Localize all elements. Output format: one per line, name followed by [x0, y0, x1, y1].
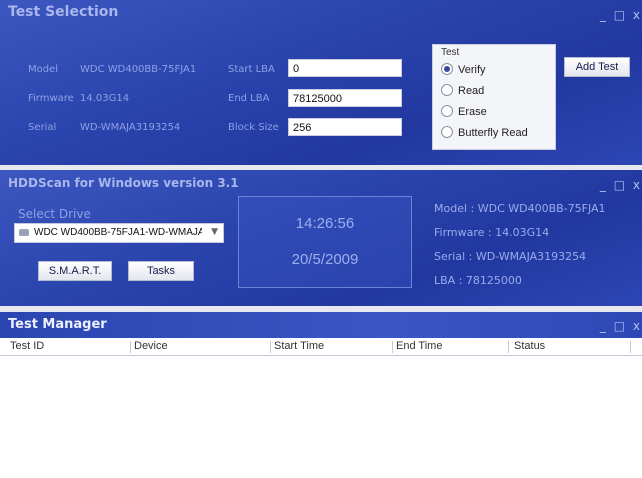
smart-button[interactable]: S.M.A.R.T. [38, 261, 112, 281]
radio-erase-indicator[interactable] [441, 105, 453, 117]
start-lba-label: Start LBA [228, 64, 275, 75]
model-value: WDC WD400BB-75FJA1 [80, 64, 197, 75]
start-lba-field[interactable]: 0 [288, 59, 402, 77]
column-separator[interactable] [392, 341, 393, 353]
clock-time: 14:26:56 [295, 215, 355, 232]
chevron-down-icon[interactable]: ▼ [211, 227, 218, 237]
hddscan-panel: HDDScan for Windows version 3.1 _ □ x Se… [0, 170, 642, 306]
column-header-end-time[interactable]: End Time [396, 340, 442, 352]
radio-read-label: Read [458, 85, 485, 97]
test-manager-window-controls[interactable]: _ □ x [600, 319, 642, 333]
test-selection-panel: Test Selection _ □ x Model WDC WD400BB-7… [0, 0, 642, 165]
radio-erase[interactable]: Erase [441, 105, 487, 118]
test-table-header: Test ID Device Start Time End Time Statu… [0, 339, 642, 356]
drive-model-info: Model : WDC WD400BB-75FJA1 [434, 202, 606, 215]
radio-butterfly-read-indicator[interactable] [441, 126, 453, 138]
drive-lba-info: LBA : 78125000 [434, 274, 522, 287]
add-test-button[interactable]: Add Test [564, 57, 630, 77]
end-lba-label: End LBA [228, 93, 270, 104]
column-separator[interactable] [508, 341, 509, 353]
test-manager-titlebar: Test Manager _ □ x [0, 312, 642, 338]
radio-read-indicator[interactable] [441, 84, 453, 96]
test-type-group: Test Verify Read Erase Butterfly Read [432, 44, 556, 150]
clock-date: 20/5/2009 [291, 251, 359, 268]
hddscan-title: HDDScan for Windows version 3.1 [8, 176, 239, 190]
drive-select[interactable]: WDC WD400BB-75FJA1-WD-WMAJA ▼ [14, 223, 224, 243]
block-size-field[interactable]: 256 [288, 118, 402, 136]
column-separator[interactable] [630, 341, 631, 353]
firmware-value: 14.03G14 [80, 93, 130, 104]
column-separator[interactable] [130, 341, 131, 353]
drive-firmware-info: Firmware : 14.03G14 [434, 226, 550, 239]
end-lba-field[interactable]: 78125000 [288, 89, 402, 107]
radio-butterfly-read[interactable]: Butterfly Read [441, 126, 528, 139]
test-selection-title: Test Selection [8, 4, 119, 20]
drive-serial-info: Serial : WD-WMAJA3193254 [434, 250, 587, 263]
drive-icon [19, 229, 29, 236]
test-selection-window-controls[interactable]: _ □ x [600, 8, 642, 22]
radio-read[interactable]: Read [441, 84, 484, 97]
column-header-start-time[interactable]: Start Time [274, 340, 324, 352]
serial-label: Serial [28, 122, 57, 133]
column-header-status[interactable]: Status [514, 340, 545, 352]
radio-butterfly-read-label: Butterfly Read [458, 127, 528, 139]
serial-value: WD-WMAJA3193254 [80, 122, 181, 133]
test-manager-title: Test Manager [8, 317, 107, 332]
radio-erase-label: Erase [458, 106, 487, 118]
radio-verify[interactable]: Verify [441, 63, 486, 76]
column-header-device[interactable]: Device [134, 340, 168, 352]
drive-select-value: WDC WD400BB-75FJA1-WD-WMAJA [34, 227, 202, 238]
column-header-test-id[interactable]: Test ID [10, 340, 44, 352]
firmware-label: Firmware [28, 93, 74, 104]
radio-verify-indicator[interactable] [441, 63, 453, 75]
test-table: Test ID Device Start Time End Time Statu… [0, 339, 642, 478]
test-group-label: Test [441, 47, 460, 58]
hddscan-window-controls[interactable]: _ □ x [600, 178, 642, 192]
radio-verify-label: Verify [458, 64, 486, 76]
column-separator[interactable] [270, 341, 271, 353]
model-label: Model [28, 64, 59, 75]
tasks-button[interactable]: Tasks [128, 261, 194, 281]
block-size-label: Block Size [228, 122, 279, 133]
clock-panel: 14:26:56 20/5/2009 [238, 196, 412, 288]
select-drive-label: Select Drive [18, 207, 91, 221]
test-manager-panel: Test Manager _ □ x Test ID Device Start … [0, 312, 642, 478]
